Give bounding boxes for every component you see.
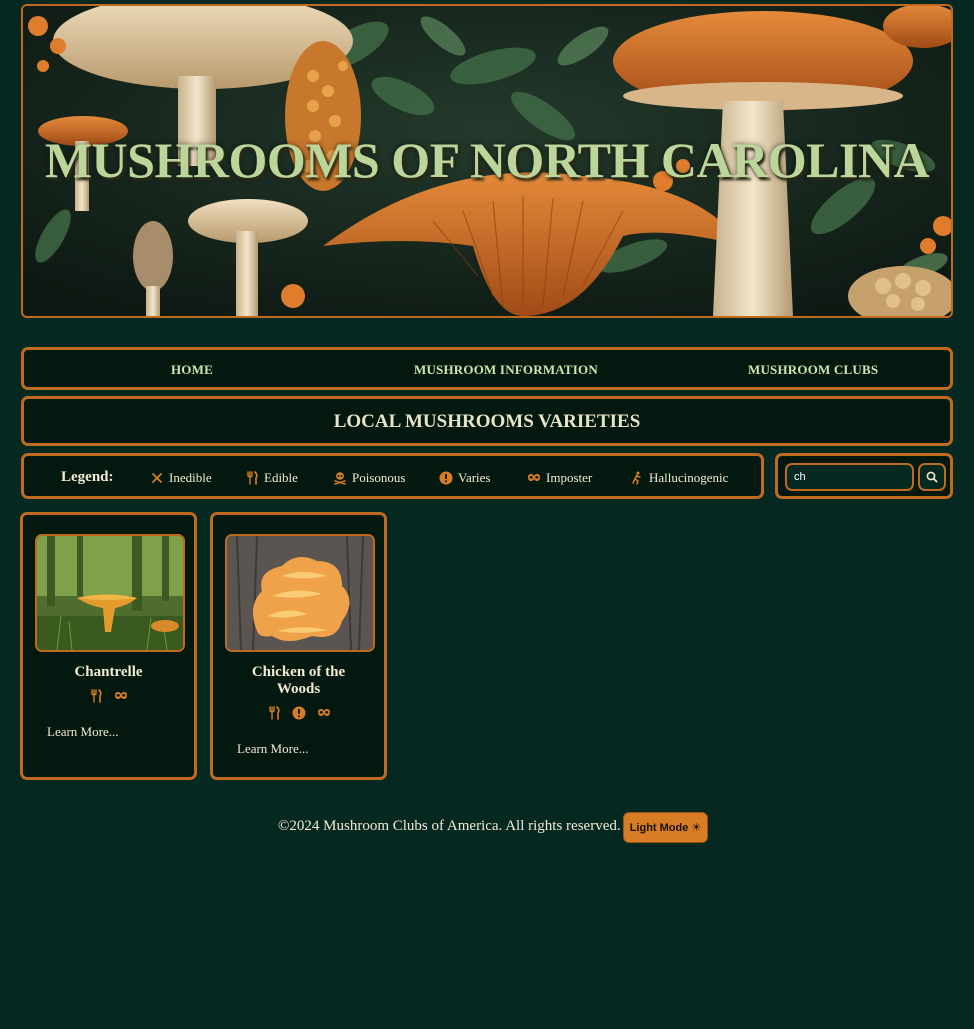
card-image xyxy=(35,534,185,652)
hero-banner: MUSHROOMS OF NORTH CAROLINA xyxy=(21,4,953,318)
card-image xyxy=(225,534,375,652)
legend-item-hallucinogenic: Hallucinogenic xyxy=(630,470,728,486)
search-icon xyxy=(926,471,938,483)
learn-more-link[interactable]: Learn More... xyxy=(237,741,308,757)
footer-copyright: ©2024 Mushroom Clubs of America. All rig… xyxy=(278,818,621,834)
light-mode-button[interactable]: Light Mode ☀ xyxy=(623,812,708,843)
card-title: Chantrelle xyxy=(74,664,143,680)
fork-knife-icon xyxy=(268,706,280,720)
legend-item-poisonous: Poisonous xyxy=(333,470,405,486)
fork-knife-icon xyxy=(247,471,258,485)
site-title: MUSHROOMS OF NORTH CAROLINA xyxy=(44,132,930,188)
legend-item-varies: Varies xyxy=(439,470,491,486)
mask-icon xyxy=(317,709,330,716)
mushroom-card: Chantrelle Learn More... xyxy=(20,512,197,780)
chanterelle-photo xyxy=(37,536,183,650)
legend-bar: Legend: Inedible Edible Poisonous Varies xyxy=(21,453,764,499)
legend-item-imposter: Imposter xyxy=(527,470,592,486)
exclamation-icon xyxy=(439,471,453,485)
search-button[interactable] xyxy=(918,463,946,491)
learn-more-link[interactable]: Learn More... xyxy=(47,724,118,740)
nav-home-link[interactable]: HOME xyxy=(171,362,213,378)
legend-label: Imposter xyxy=(546,470,593,485)
mushroom-card: Chicken of the Woods Learn More... xyxy=(210,512,387,780)
skull-icon xyxy=(334,472,346,485)
chicken-of-the-woods-photo xyxy=(227,536,373,650)
legend-item-inedible: Inedible xyxy=(150,470,212,486)
nav-mushroom-clubs-link[interactable]: MUSHROOM CLUBS xyxy=(748,362,878,378)
card-icons xyxy=(23,689,194,703)
nav-mushroom-information-link[interactable]: MUSHROOM INFORMATION xyxy=(414,362,598,378)
mask-icon xyxy=(528,474,540,481)
main-nav: HOME MUSHROOM INFORMATION MUSHROOM CLUBS xyxy=(21,347,953,390)
legend-item-edible: Edible xyxy=(245,470,298,486)
section-heading: LOCAL MUSHROOMS VARIETIES xyxy=(333,411,641,432)
search-box xyxy=(775,453,953,499)
legend-label: Poisonous xyxy=(352,470,406,485)
x-icon xyxy=(152,473,162,483)
exclamation-icon xyxy=(292,706,305,720)
legend-label: Edible xyxy=(264,470,298,485)
legend-label: Varies xyxy=(458,470,491,485)
mask-icon xyxy=(115,692,127,699)
fork-knife-icon xyxy=(91,689,102,703)
running-figure-icon xyxy=(632,471,641,485)
legend-label: Inedible xyxy=(169,470,212,485)
section-heading-box: LOCAL MUSHROOMS VARIETIES xyxy=(21,396,953,446)
legend-title: Legend: xyxy=(61,469,114,485)
search-input[interactable] xyxy=(785,463,914,491)
card-icons xyxy=(213,706,384,720)
legend-label: Hallucinogenic xyxy=(649,470,729,485)
card-title: Chicken of the Woods xyxy=(251,664,346,697)
